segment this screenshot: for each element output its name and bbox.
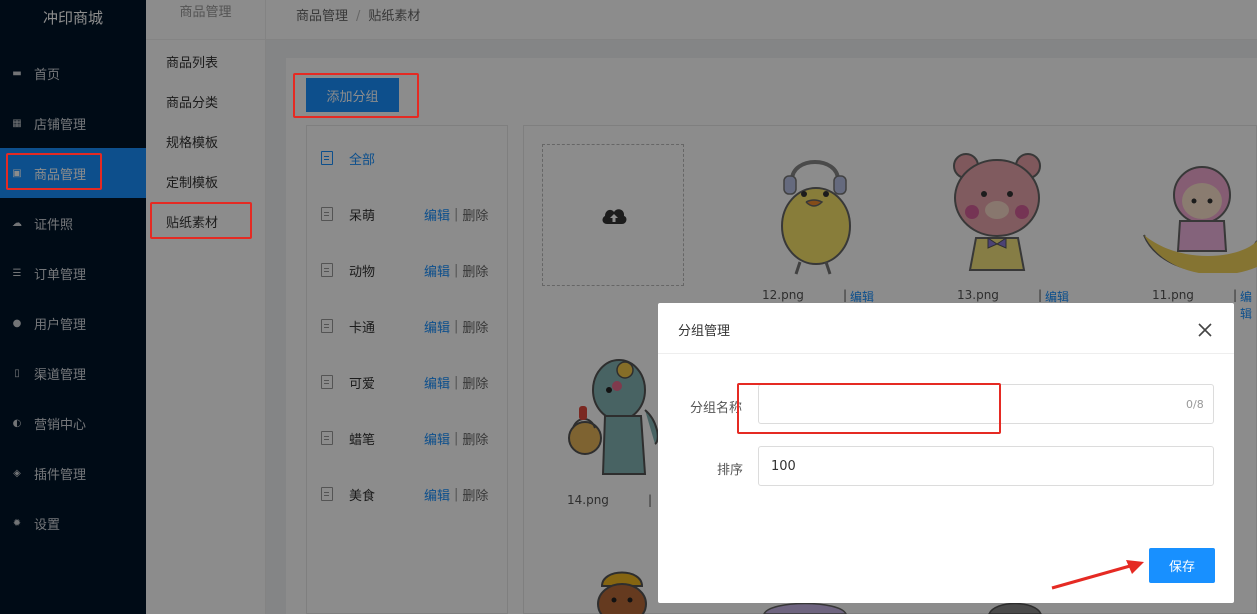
dialog-title: 分组管理 (678, 324, 731, 339)
char-counter: 0/8 (1186, 398, 1204, 411)
dialog-divider (658, 353, 1234, 354)
sort-label: 排序 (717, 463, 744, 478)
annotation-highlight (737, 383, 1001, 434)
annotation-highlight (150, 202, 252, 239)
annotation-highlight (6, 153, 102, 190)
close-icon[interactable] (1198, 323, 1212, 337)
annotation-arrow (1051, 560, 1144, 590)
save-button[interactable]: 保存 (1149, 548, 1215, 583)
group-name-label: 分组名称 (690, 401, 743, 416)
sort-input[interactable] (758, 446, 1214, 486)
annotation-highlight (293, 73, 419, 118)
